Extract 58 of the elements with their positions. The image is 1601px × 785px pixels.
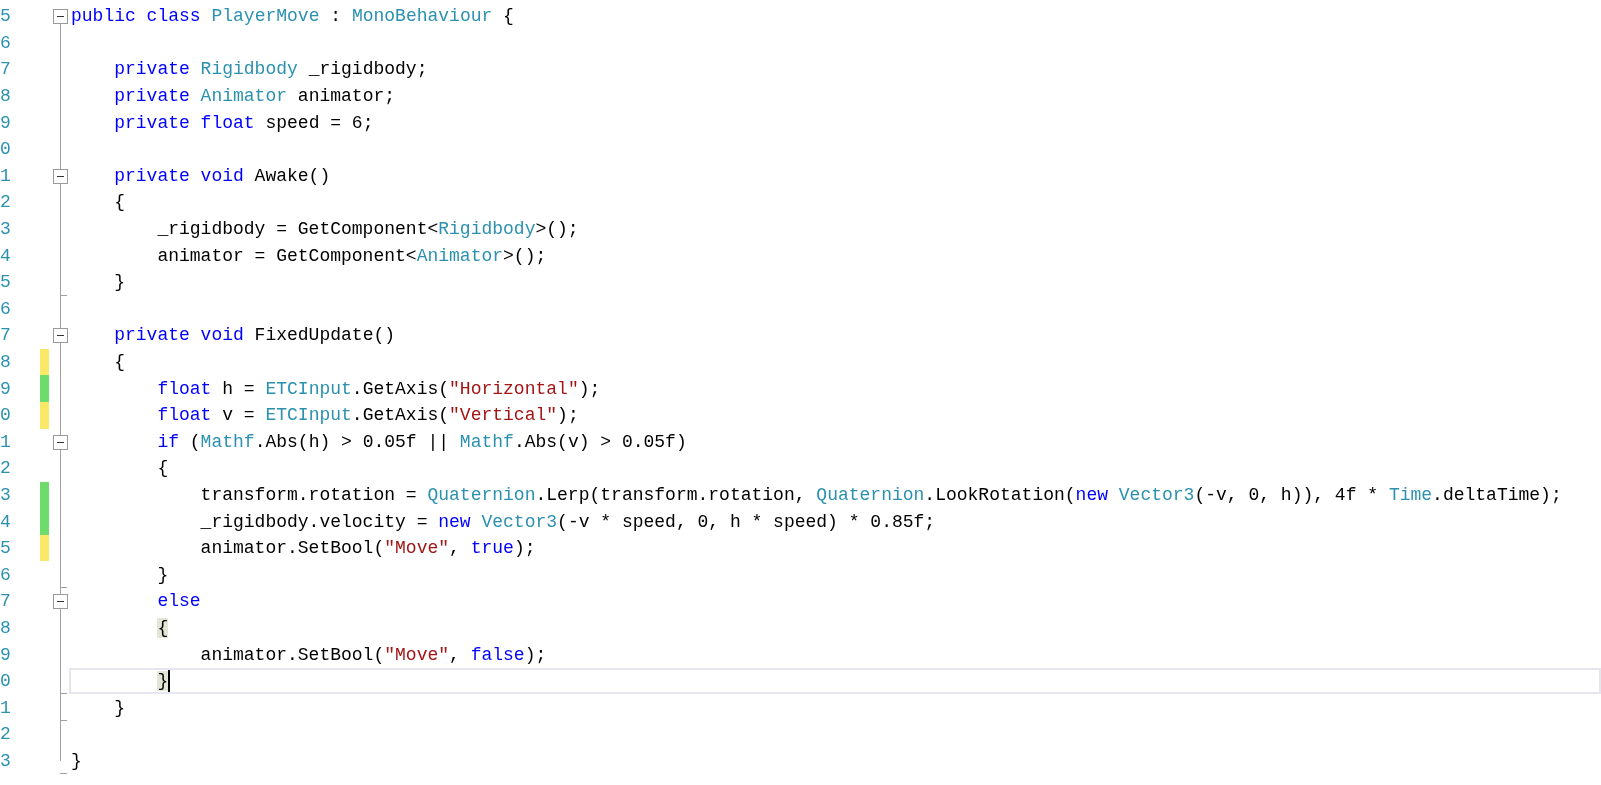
code-line: animator.SetBool("Move", true); (200, 539, 536, 558)
code-line: private void Awake() (114, 166, 331, 185)
line-number: 7 (0, 59, 11, 80)
code-line: private void FixedUpdate() (114, 326, 396, 345)
line-number: 8 (0, 617, 11, 638)
line-number: 9 (0, 378, 11, 399)
code-line: } (71, 751, 82, 770)
code-line: { (114, 353, 125, 371)
code-line: { (157, 459, 169, 478)
code-line: _rigidbody.velocity = new Vector3(-v * speed, 0, h * speed) * 0.85f; (200, 512, 936, 531)
line-number: 1 (0, 165, 11, 186)
code-line: } (114, 698, 125, 717)
line-number: 3 (0, 219, 11, 240)
code-line: private Rigidbody _rigidbody; (114, 60, 428, 79)
code-line: private float speed = 6; (114, 113, 374, 132)
code-line: float h = ETCInput.GetAxis("Horizontal"); (157, 379, 601, 398)
line-number: 6 (0, 32, 11, 53)
code-line: } (114, 273, 125, 292)
code-line: transform.rotation = Quaternion.Lerp(transform.rotation, Quaternion.LookRotation(new Vector3(-v, 0, h)), 4f * Time.deltaTime); (200, 486, 1562, 504)
collapse-icon[interactable] (53, 168, 68, 184)
code-line: private Animator animator; (114, 87, 396, 106)
line-number: 0 (0, 139, 11, 160)
code-line: else (157, 592, 201, 611)
line-number: 1 (0, 697, 11, 718)
line-number: 8 (0, 352, 11, 372)
collapse-icon[interactable] (53, 434, 68, 450)
line-number: 5 (0, 6, 11, 27)
line-number: 3 (0, 750, 11, 771)
line-number: 9 (0, 644, 11, 665)
line-number: 0 (0, 405, 11, 426)
line-number: 2 (0, 192, 11, 213)
code-line: float v = ETCInput.GetAxis("Vertical"); (157, 406, 579, 425)
line-number: 8 (0, 86, 11, 107)
line-number: 5 (0, 538, 11, 559)
line-number: 4 (0, 511, 11, 532)
line-number: 9 (0, 112, 11, 133)
line-number: 6 (0, 564, 11, 585)
code-line: animator = GetComponent<Animator>(); (157, 246, 547, 265)
line-number: 7 (0, 591, 11, 612)
code-line: _rigidbody = GetComponent<Rigidbody>(); (157, 220, 579, 239)
line-number: 7 (0, 325, 11, 346)
collapse-icon[interactable] (53, 594, 68, 610)
line-number: 2 (0, 724, 11, 745)
code-line: public class PlayerMove : MonoBehaviour { (71, 7, 514, 26)
line-number: 5 (0, 272, 11, 293)
line-number: 0 (0, 671, 11, 692)
line-number: 1 (0, 431, 11, 452)
line-number: 2 (0, 458, 11, 479)
code-line: } (157, 565, 169, 584)
collapse-icon[interactable] (53, 328, 68, 344)
code-line: animator.SetBool("Move", false); (200, 645, 547, 664)
line-number: 6 (0, 298, 11, 319)
code-line: { (114, 193, 125, 212)
line-number: 4 (0, 245, 11, 266)
text-cursor (168, 670, 171, 693)
line-number: 3 (0, 485, 11, 505)
collapse-icon[interactable] (53, 9, 68, 24)
code-line: if (Mathf.Abs(h) > 0.05f || Mathf.Abs(v) > 0.05f) (157, 432, 687, 451)
